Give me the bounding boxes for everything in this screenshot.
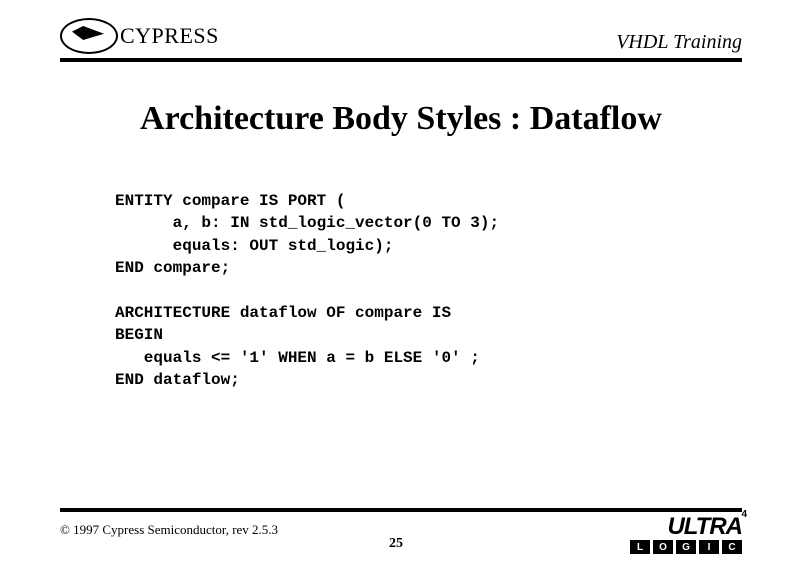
ultra-letter-o: O — [653, 540, 673, 554]
cypress-logo-mark — [60, 18, 118, 54]
footer-divider — [60, 508, 742, 512]
ultra-letter-g: G — [676, 540, 696, 554]
slide-header: CYPRESS VHDL Training — [60, 18, 742, 54]
ultra-logo-text: ULTRA 4 — [630, 516, 742, 538]
ultra-letter-l: L — [630, 540, 650, 554]
copyright-text: © 1997 Cypress Semiconductor, rev 2.5.3 — [60, 522, 278, 538]
ultra-letter-c: C — [722, 540, 742, 554]
ultra-number: 4 — [741, 510, 746, 519]
vhdl-code-block: ENTITY compare IS PORT ( a, b: IN std_lo… — [115, 190, 712, 392]
page-number: 25 — [389, 536, 403, 552]
slide-title: Architecture Body Styles : Dataflow — [60, 100, 742, 138]
header-title: VHDL Training — [616, 31, 742, 54]
ultra-word-label: ULTRA — [667, 513, 742, 540]
cypress-logo: CYPRESS — [60, 18, 219, 54]
header-divider — [60, 58, 742, 62]
ultra-letter-i: I — [699, 540, 719, 554]
ultra-logic-row: L O G I C — [630, 540, 742, 554]
cypress-logo-text: CYPRESS — [120, 23, 219, 49]
ultra-logic-logo: ULTRA 4 L O G I C — [630, 516, 742, 554]
